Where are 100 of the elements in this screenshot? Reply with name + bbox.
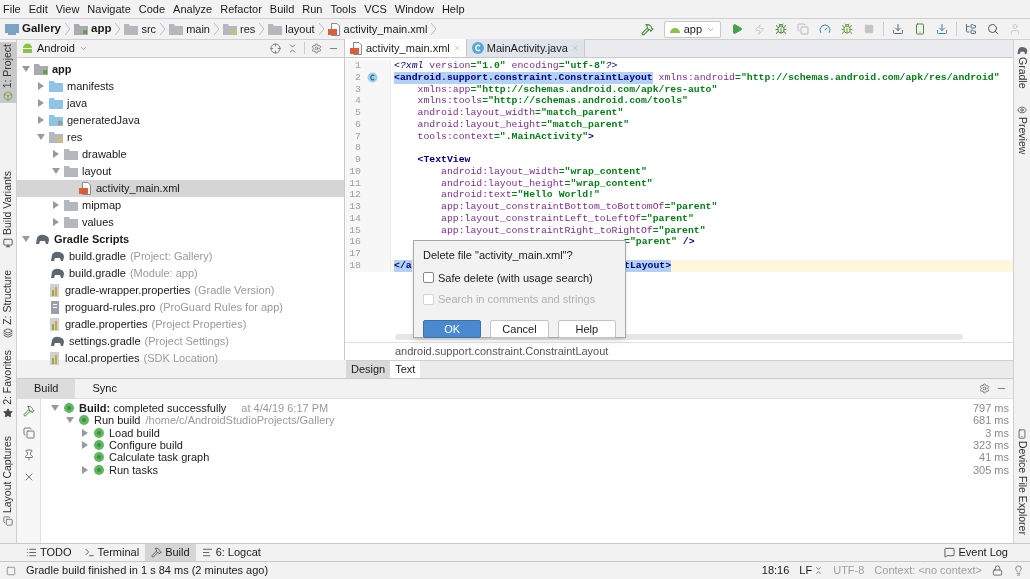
item-label: gradle-wrapper.properties <box>65 282 191 298</box>
view-dropdown[interactable]: Android <box>22 40 88 57</box>
mode-tab[interactable]: Design <box>346 361 391 378</box>
tree-item[interactable]: java <box>17 94 344 112</box>
tool-tab[interactable]: Terminal <box>77 544 146 561</box>
code-token: encoding <box>510 60 559 72</box>
line-number: 7 <box>354 130 361 143</box>
tree-item[interactable]: settings.gradle (Project Settings) <box>17 332 344 350</box>
event-log-button[interactable]: Event Log <box>944 544 1008 561</box>
build-step[interactable]: Run tasks <box>109 463 158 476</box>
menu-item[interactable]: File <box>3 0 21 18</box>
tool-window-tab[interactable]: Gradle <box>1014 57 1030 89</box>
build-time: 3 ms <box>985 426 1009 439</box>
code-token: ="parent" <box>652 224 706 237</box>
build-step[interactable]: Configure build <box>109 439 183 452</box>
tree-item[interactable]: gradle.properties (Project Properties) <box>17 315 344 333</box>
code-token: ="parent" <box>624 236 677 248</box>
menu-item[interactable]: Code <box>138 0 166 18</box>
line-number: 13 <box>348 201 361 213</box>
dialog-button[interactable]: Cancel <box>490 319 549 338</box>
breadcrumb-item[interactable]: layout <box>268 20 315 38</box>
menu-item[interactable]: Navigate <box>87 0 131 18</box>
menu-item[interactable]: Refactor <box>220 0 262 18</box>
menu-item[interactable]: Tools <box>330 0 357 18</box>
code-token: ="http://schemas.android.com/tools" <box>482 95 688 107</box>
item-note: (Gradle Version) <box>194 282 275 298</box>
breadcrumb-item[interactable]: src <box>124 20 157 38</box>
tree-item[interactable]: build.gradle (Project: Gallery) <box>17 247 344 265</box>
code-token: android:layout_width <box>416 107 536 119</box>
line-separator[interactable]: LF <box>799 562 824 579</box>
item-label: settings.gradle <box>69 333 141 349</box>
build-step[interactable]: Run build <box>94 414 141 427</box>
tool-tab[interactable]: Build <box>145 544 196 561</box>
line-number: 15 <box>348 224 361 237</box>
tool-window-tab[interactable]: Device File Explorer <box>1014 441 1030 535</box>
tool-window-tab[interactable]: 1: Project <box>0 42 17 104</box>
breadcrumb-item[interactable]: res <box>222 20 256 38</box>
code-token: ="match_parent" <box>535 107 624 119</box>
code-token: /> <box>681 236 695 248</box>
editor-tab[interactable]: activity_main.xml <box>345 39 467 57</box>
breadcrumb-item[interactable]: activity_main.xml <box>327 20 428 38</box>
item-label: java <box>67 95 88 111</box>
tree-item[interactable]: app <box>17 60 344 78</box>
breadcrumb-item[interactable]: Gallery <box>5 20 61 38</box>
item-note: (Module: app) <box>129 265 198 281</box>
breadcrumb-item[interactable]: app <box>74 20 112 38</box>
build-step[interactable]: Build: completed successfully <box>79 402 227 415</box>
tree-item[interactable]: local.properties (SDK Location) <box>17 349 344 367</box>
tree-item[interactable]: generatedJava <box>17 111 344 129</box>
menu-item[interactable]: View <box>55 0 80 18</box>
tree-item[interactable]: drawable <box>17 145 344 163</box>
checkbox-label: Safe delete (with usage search) <box>438 270 593 286</box>
item-label: values <box>82 214 114 230</box>
item-label: Gradle Scripts <box>54 231 130 247</box>
item-note: (Project Settings) <box>144 333 229 349</box>
tool-window-tab[interactable]: Preview <box>1014 117 1030 155</box>
tree-item[interactable]: manifests <box>17 77 344 95</box>
code-token: <android.support.constraint.ConstraintLayout <box>394 71 653 84</box>
menu-item[interactable]: Analyze <box>173 0 213 18</box>
tool-tab[interactable]: 6: Logcat <box>195 544 267 561</box>
item-label: activity_main.xml <box>96 180 180 196</box>
dialog-button[interactable]: Help <box>557 319 616 338</box>
tree-item[interactable]: activity_main.xml <box>17 179 344 197</box>
menu-item[interactable]: Build <box>269 0 295 18</box>
tree-item[interactable]: res <box>17 128 344 146</box>
tree-item[interactable]: mipmap <box>17 196 344 214</box>
tool-window-tab[interactable]: Build Variants <box>0 169 17 251</box>
item-label: gradle.properties <box>65 316 148 332</box>
item-label: local.properties <box>65 350 140 366</box>
tool-window-tab[interactable]: 2: Favorites <box>0 348 17 421</box>
build-time: 41 ms <box>979 451 1009 464</box>
menu-item[interactable]: Edit <box>28 0 48 18</box>
menu-item[interactable]: Window <box>394 0 434 18</box>
line-number: 17 <box>348 248 361 260</box>
menu-item[interactable]: Run <box>302 0 323 18</box>
breadcrumb-item[interactable]: main <box>169 20 210 38</box>
editor-tab[interactable]: MainActivity.java <box>466 39 585 57</box>
mode-tab[interactable]: Text <box>390 361 421 378</box>
tree-item[interactable]: Gradle Scripts <box>17 230 344 248</box>
panel-tab[interactable]: Build <box>17 378 76 399</box>
panel-tab[interactable]: Sync <box>75 378 134 399</box>
tree-item[interactable]: build.gradle (Module: app) <box>17 264 344 282</box>
tree-item[interactable]: values <box>17 213 344 231</box>
run-config-dropdown[interactable]: app <box>663 20 721 38</box>
tree-item[interactable]: proguard-rules.pro (ProGuard Rules for app) <box>17 298 344 316</box>
build-time: 305 ms <box>972 463 1009 476</box>
menu-item[interactable]: VCS <box>364 0 387 18</box>
tool-window-tab[interactable]: Layout Captures <box>0 434 17 529</box>
tree-item[interactable]: gradle-wrapper.properties (Gradle Version) <box>17 281 344 299</box>
code-token: xmlns:android <box>657 71 735 84</box>
dialog-button[interactable]: OK <box>423 319 482 338</box>
cursor-position[interactable]: 18:16 <box>761 562 790 579</box>
tree-item[interactable]: layout <box>17 162 344 180</box>
build-step[interactable]: Calculate task graph <box>109 451 210 464</box>
tool-window-tab[interactable]: Z: Structure <box>0 268 17 341</box>
item-label: layout <box>82 163 112 179</box>
tool-tab[interactable]: TODO <box>20 544 78 561</box>
build-note: /home/c/AndroidStudioProjects/Gallery <box>145 414 335 427</box>
build-step[interactable]: Load build <box>109 426 160 439</box>
menu-item[interactable]: Help <box>441 0 465 18</box>
